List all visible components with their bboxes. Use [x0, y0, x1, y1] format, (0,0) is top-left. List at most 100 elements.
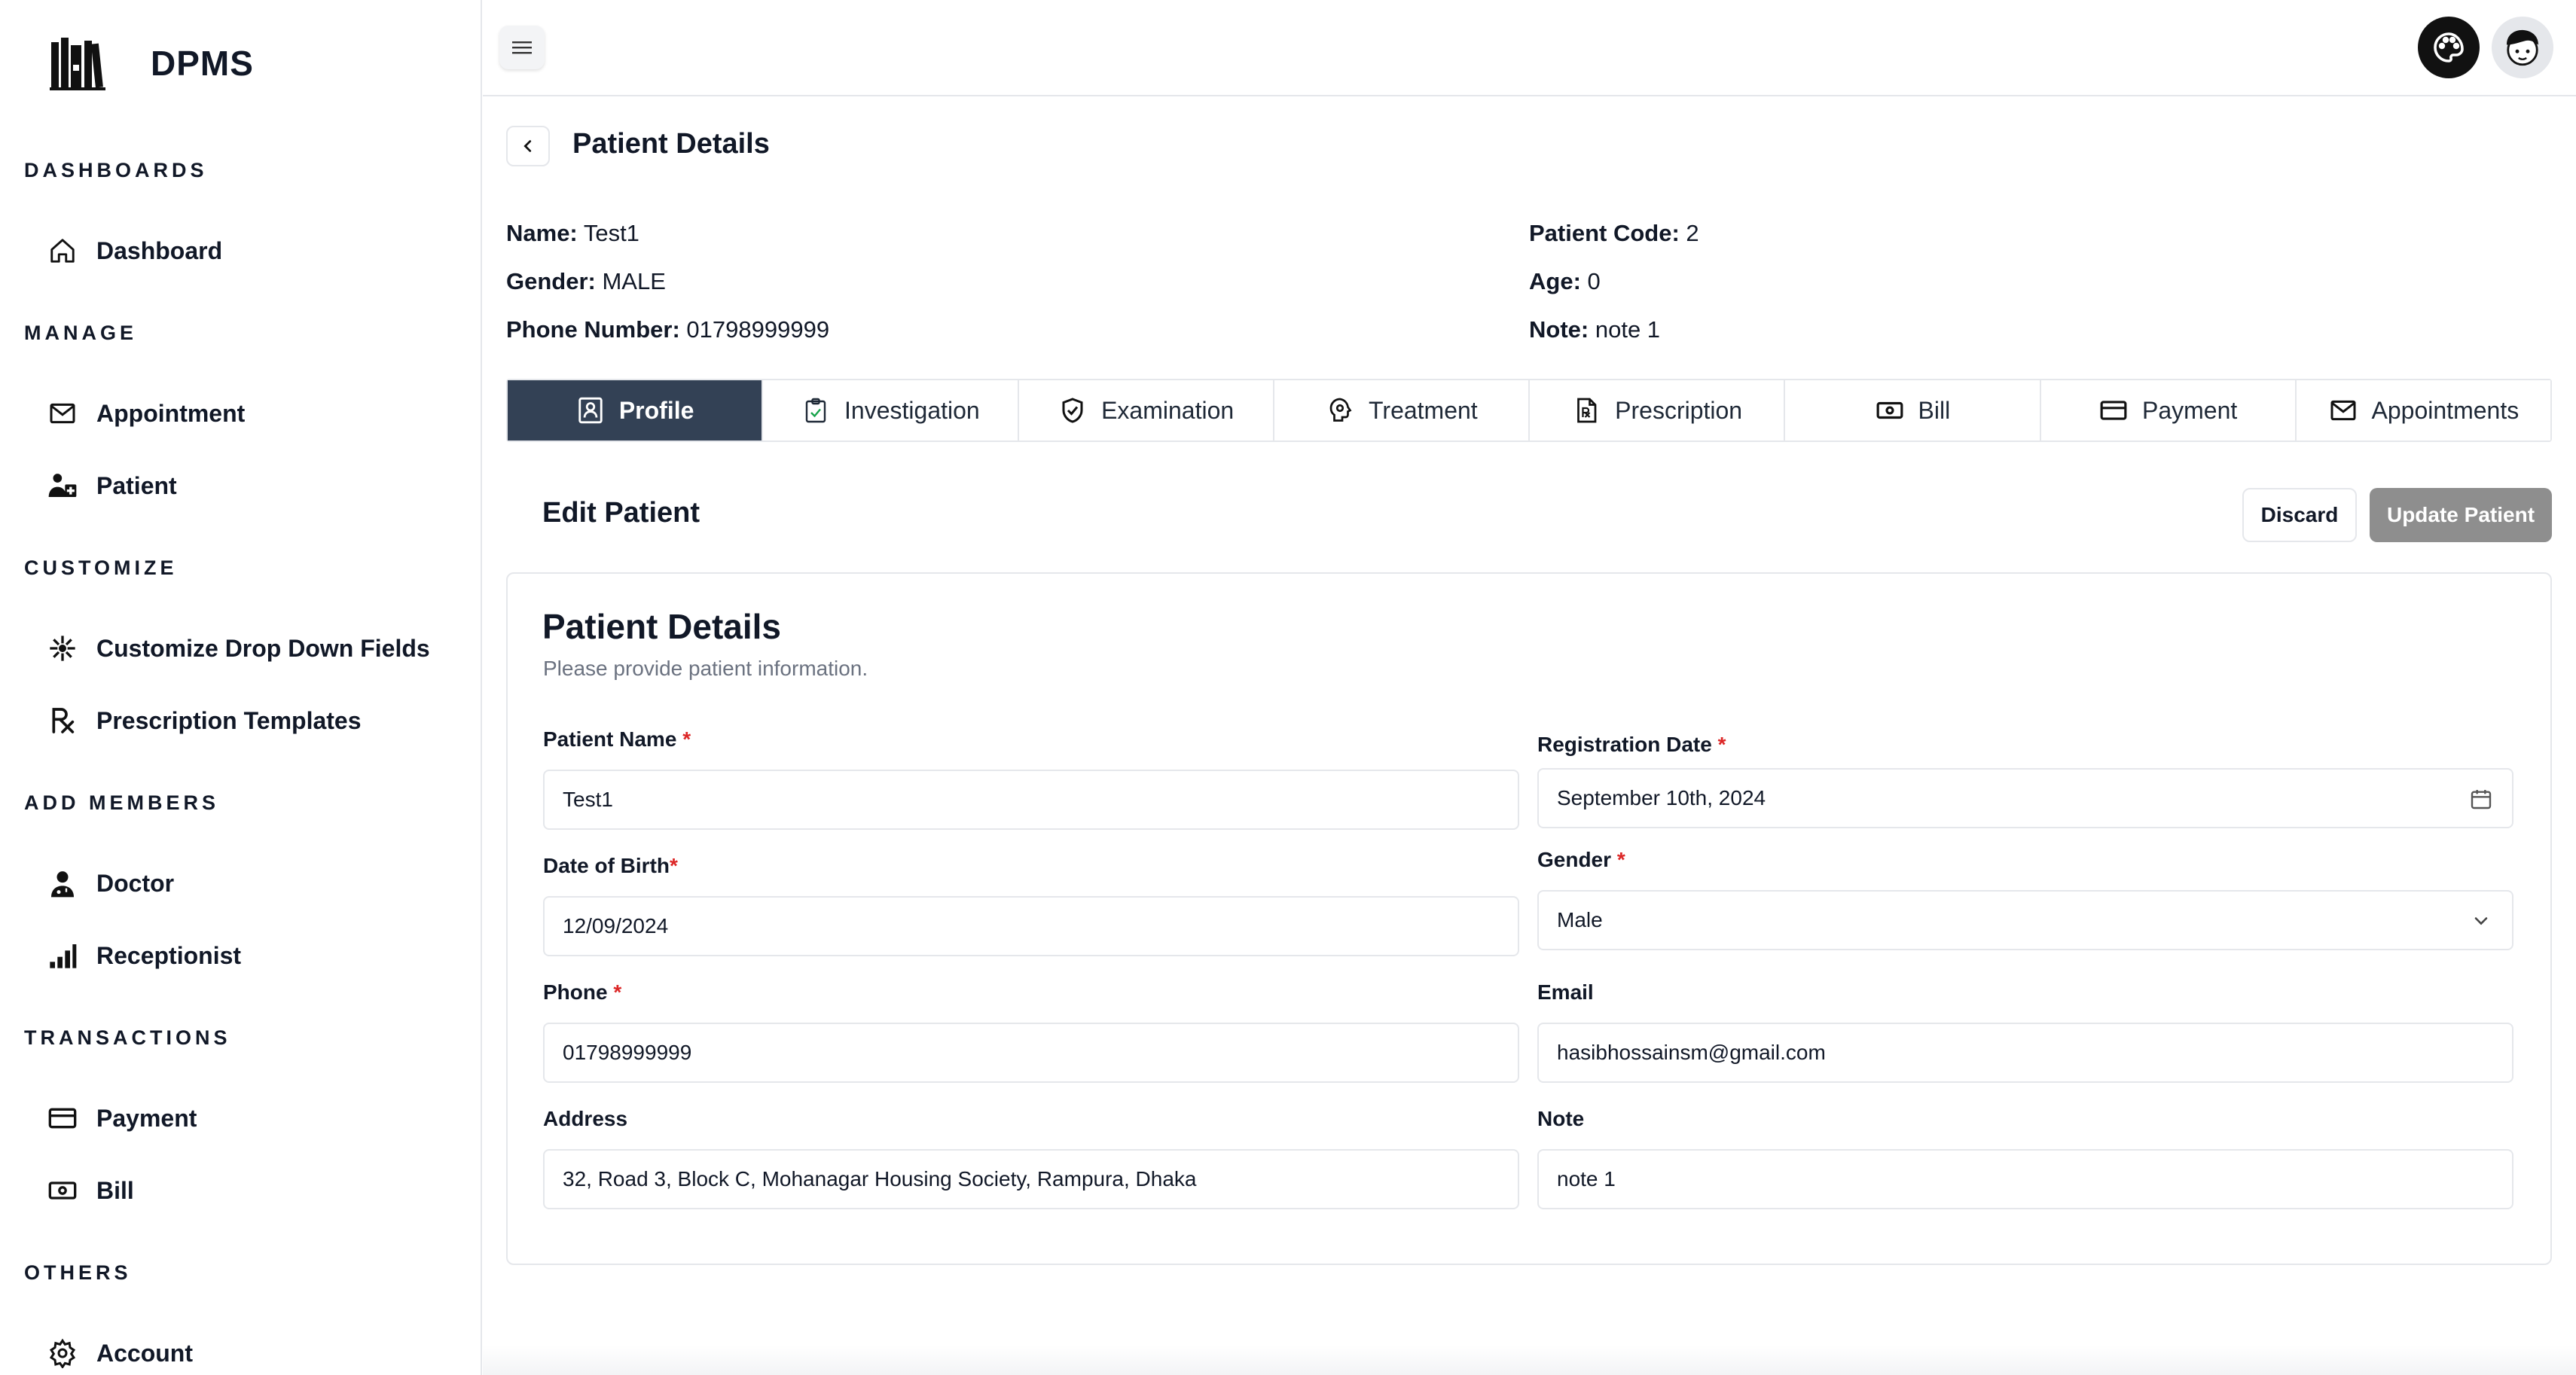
email-label: Email — [1537, 980, 1594, 1004]
phone-label: Phone * — [543, 980, 621, 1005]
user-avatar[interactable] — [2492, 17, 2553, 78]
home-icon — [47, 235, 78, 267]
section-title-transactions: TRANSACTIONS — [24, 1026, 231, 1049]
banknote-icon — [47, 1175, 78, 1206]
patient-tabs: Profile Investigation Examination Treatm… — [506, 379, 2552, 442]
info-label: Patient Code: — [1529, 220, 1680, 246]
tab-investigation[interactable]: Investigation — [763, 380, 1019, 441]
tab-label: Investigation — [844, 396, 980, 424]
registration-date-label: Registration Date * — [1537, 733, 1726, 757]
avatar-icon — [2507, 29, 2538, 66]
tab-profile[interactable]: Profile — [508, 380, 764, 441]
patient-age-info: Age: 0 — [1529, 268, 1601, 295]
address-label: Address — [543, 1107, 628, 1130]
tab-appointments[interactable]: Appointments — [2296, 380, 2550, 441]
sidebar-item-payment[interactable]: Payment — [47, 1096, 197, 1141]
info-value: MALE — [602, 268, 666, 294]
tab-label: Bill — [1918, 396, 1951, 424]
email-input[interactable] — [1537, 1023, 2513, 1083]
section-title-others: OTHERS — [24, 1261, 132, 1284]
sidebar-item-bill[interactable]: Bill — [47, 1168, 134, 1213]
update-patient-button[interactable]: Update Patient — [2370, 488, 2552, 542]
tab-label: Appointments — [2371, 396, 2520, 424]
sidebar-item-label: Appointment — [96, 399, 246, 427]
info-label: Name: — [506, 220, 578, 246]
tab-payment[interactable]: Payment — [2040, 380, 2297, 441]
tab-examination[interactable]: Examination — [1018, 380, 1274, 441]
gear-icon — [47, 1337, 78, 1369]
sidebar-item-label: Bill — [96, 1176, 134, 1204]
sidebar-item-label: Patient — [96, 471, 177, 499]
sidebar-item-prescription-templates[interactable]: Prescription Templates — [47, 698, 362, 743]
menu-toggle-button[interactable] — [499, 26, 545, 69]
app-name: DPMS — [151, 44, 254, 83]
tab-label: Payment — [2141, 396, 2238, 424]
sparkle-icon — [47, 633, 78, 664]
tab-label: Treatment — [1369, 396, 1478, 424]
patient-name-input[interactable] — [543, 770, 1519, 830]
phone-input[interactable] — [543, 1023, 1519, 1083]
label-text: Phone — [543, 980, 608, 1004]
sidebar-item-label: Account — [96, 1339, 193, 1367]
select-value: Male — [1557, 908, 1603, 931]
info-label: Gender: — [506, 268, 596, 294]
section-title-manage: MANAGE — [24, 322, 137, 344]
chevron-down-icon — [2468, 908, 2494, 934]
tab-prescription[interactable]: Prescription — [1530, 380, 1786, 441]
brand[interactable]: DPMS — [50, 36, 254, 90]
label-text: Patient Name — [543, 727, 677, 751]
patient-phone-info: Phone Number: 01798999999 — [506, 316, 829, 343]
profile-icon — [575, 395, 606, 425]
sidebar: DPMS DASHBOARDS Dashboard MANAGE Appoint… — [0, 0, 482, 1375]
section-title-add-members: ADD MEMBERS — [24, 791, 220, 814]
date-value: September 10th, 2024 — [1557, 786, 1766, 809]
sidebar-item-label: Customize Drop Down Fields — [96, 634, 430, 662]
info-label: Note: — [1529, 316, 1589, 343]
sidebar-item-label: Dashboard — [96, 236, 223, 264]
section-title-dashboards: DASHBOARDS — [24, 159, 208, 181]
info-label: Phone Number: — [506, 316, 680, 343]
note-input[interactable] — [1537, 1149, 2513, 1209]
calendar-icon — [2468, 786, 2494, 812]
dob-label: Date of Birth* — [543, 854, 678, 878]
sidebar-item-dashboard[interactable]: Dashboard — [47, 228, 222, 273]
shield-check-icon — [1058, 395, 1088, 425]
back-button[interactable] — [506, 126, 550, 166]
required-mark: * — [682, 727, 691, 751]
sidebar-item-account[interactable]: Account — [47, 1331, 193, 1375]
sidebar-item-appointment[interactable]: Appointment — [47, 391, 245, 436]
banknote-icon — [1875, 395, 1905, 425]
dob-input[interactable] — [543, 896, 1519, 956]
patient-code-info: Patient Code: 2 — [1529, 220, 1699, 247]
page-title: Patient Details — [572, 128, 770, 160]
tab-bill[interactable]: Bill — [1785, 380, 2041, 441]
note-label: Note — [1537, 1107, 1585, 1130]
edit-patient-title: Edit Patient — [542, 497, 700, 529]
required-mark: * — [670, 854, 678, 877]
discard-button[interactable]: Discard — [2242, 488, 2357, 542]
sidebar-item-doctor[interactable]: Doctor — [47, 861, 174, 906]
sidebar-item-receptionist[interactable]: Receptionist — [47, 933, 241, 978]
credit-card-icon — [47, 1102, 78, 1134]
required-mark: * — [1616, 848, 1625, 871]
top-bar — [483, 0, 2576, 96]
mail-icon — [47, 398, 78, 429]
tab-label: Examination — [1101, 396, 1235, 424]
hamburger-icon — [512, 41, 532, 54]
gender-select[interactable]: Male — [1537, 890, 2513, 950]
info-value: Test1 — [583, 220, 639, 246]
tab-label: Profile — [618, 396, 694, 424]
label-text: Date of Birth — [543, 854, 670, 877]
gender-label: Gender * — [1537, 848, 1625, 872]
address-input[interactable] — [543, 1149, 1519, 1209]
tab-treatment[interactable]: Treatment — [1274, 380, 1530, 441]
chevron-left-icon — [523, 140, 532, 152]
sidebar-item-customize-drop-down-fields[interactable]: Customize Drop Down Fields — [47, 626, 430, 671]
sidebar-item-patient[interactable]: Patient — [47, 463, 177, 508]
patient-name-info: Name: Test1 — [506, 220, 639, 247]
registration-date-picker[interactable]: September 10th, 2024 — [1537, 768, 2513, 828]
theme-button[interactable] — [2418, 17, 2480, 78]
credit-card-icon — [2098, 395, 2129, 425]
patient-gender-info: Gender: MALE — [506, 268, 666, 295]
label-text: Registration Date — [1537, 733, 1712, 756]
